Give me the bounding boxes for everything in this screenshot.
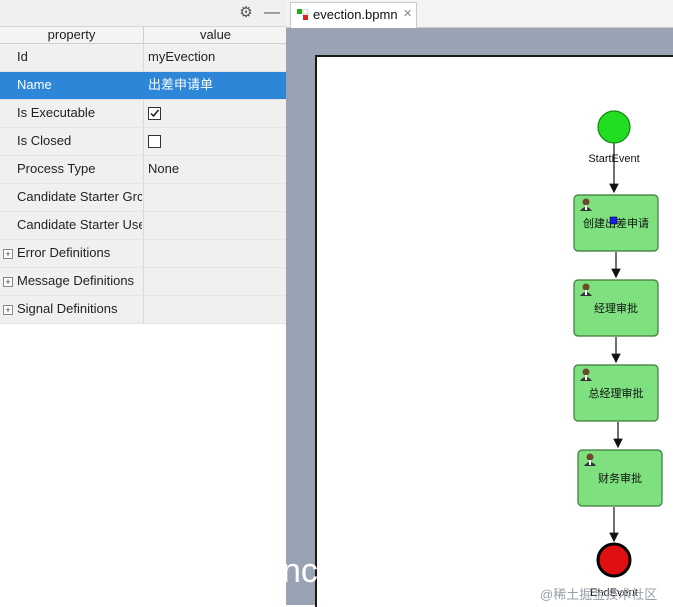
user-task[interactable]: 财务审批 <box>577 449 663 507</box>
start-event[interactable] <box>597 110 631 144</box>
tab-evection-bpmn[interactable]: evection.bpmn ✕ <box>290 2 417 28</box>
property-key: Process Type <box>17 161 96 176</box>
property-column-header[interactable]: property <box>0 27 143 43</box>
user-task[interactable]: 创建出差申请 <box>573 194 659 252</box>
property-value[interactable]: myEvection <box>143 44 287 71</box>
bpmn-file-icon <box>297 9 309 20</box>
property-key: Id <box>17 49 28 64</box>
property-row-name[interactable]: Name 出差申请单 <box>0 72 286 100</box>
task-label: 财务审批 <box>598 471 642 485</box>
properties-toolbar: ⚙ — <box>0 0 286 26</box>
tab-label: evection.bpmn <box>313 7 398 22</box>
property-row-process-type[interactable]: Process Type None <box>0 156 286 184</box>
property-key: Candidate Starter Use <box>17 217 142 232</box>
property-row-message-definitions[interactable]: + Message Definitions <box>0 268 286 296</box>
user-task[interactable]: 总经理审批 <box>573 364 659 422</box>
property-row-id[interactable]: Id myEvection <box>0 44 286 72</box>
process-diagram: StartEvent 创建出差申请 经理审批 总经理审批 <box>573 110 663 599</box>
end-event[interactable] <box>596 542 632 578</box>
property-row-candidate-starter-users[interactable]: Candidate Starter Use <box>0 212 286 240</box>
close-icon[interactable]: ✕ <box>403 7 412 20</box>
property-key: Candidate Starter Grc <box>17 189 142 204</box>
task-label: 总经理审批 <box>589 386 644 400</box>
property-row-is-closed[interactable]: Is Closed <box>0 128 286 156</box>
checkmark-icon <box>150 109 160 118</box>
property-key: Message Definitions <box>17 273 135 288</box>
property-value <box>143 100 287 127</box>
selection-handle[interactable] <box>609 216 618 225</box>
value-column-header[interactable]: value <box>143 27 287 43</box>
expand-icon[interactable]: + <box>3 277 13 287</box>
expand-icon[interactable]: + <box>3 305 13 315</box>
start-event-label: StartEvent <box>588 153 639 165</box>
property-key: Error Definitions <box>17 245 111 260</box>
property-key: Is Executable <box>17 105 96 120</box>
property-row-is-executable[interactable]: Is Executable <box>0 100 286 128</box>
user-task[interactable]: 经理审批 <box>573 279 659 337</box>
property-value[interactable]: 出差申请单 <box>143 72 287 99</box>
property-row-candidate-starter-groups[interactable]: Candidate Starter Grc <box>0 184 286 212</box>
property-value[interactable] <box>143 184 287 211</box>
property-row-signal-definitions[interactable]: + Signal Definitions <box>0 296 286 324</box>
property-table: property value Id myEvection Name 出差申请单 … <box>0 26 286 324</box>
property-value <box>143 240 287 267</box>
property-key: Name <box>17 77 52 92</box>
property-key: Signal Definitions <box>17 301 118 316</box>
task-label: 经理审批 <box>594 301 638 315</box>
watermark-text: nc <box>282 552 318 590</box>
property-value[interactable]: None <box>143 156 287 183</box>
property-value <box>143 128 287 155</box>
editor-tab-bar: evection.bpmn ✕ <box>286 0 673 28</box>
expand-icon[interactable]: + <box>3 249 13 259</box>
property-value <box>143 268 287 295</box>
property-value <box>143 296 287 323</box>
property-row-error-definitions[interactable]: + Error Definitions <box>0 240 286 268</box>
diagram-canvas[interactable]: StartEvent 创建出差申请 经理审批 总经理审批 <box>315 55 673 607</box>
minimize-icon[interactable]: — <box>263 4 281 22</box>
bpmn-editor: evection.bpmn ✕ StartEvent 经理审批 总经理审批 财务… <box>286 0 673 607</box>
watermark: @稀土掘金技术社区 <box>540 587 658 602</box>
properties-panel: ⚙ — property value Id myEvection Name 出差… <box>0 0 286 605</box>
is-executable-checkbox[interactable] <box>148 107 161 120</box>
property-table-header: property value <box>0 26 286 44</box>
is-closed-checkbox[interactable] <box>148 135 161 148</box>
property-key: Is Closed <box>17 133 72 148</box>
property-value[interactable] <box>143 212 287 239</box>
gear-icon[interactable]: ⚙ <box>237 4 255 22</box>
